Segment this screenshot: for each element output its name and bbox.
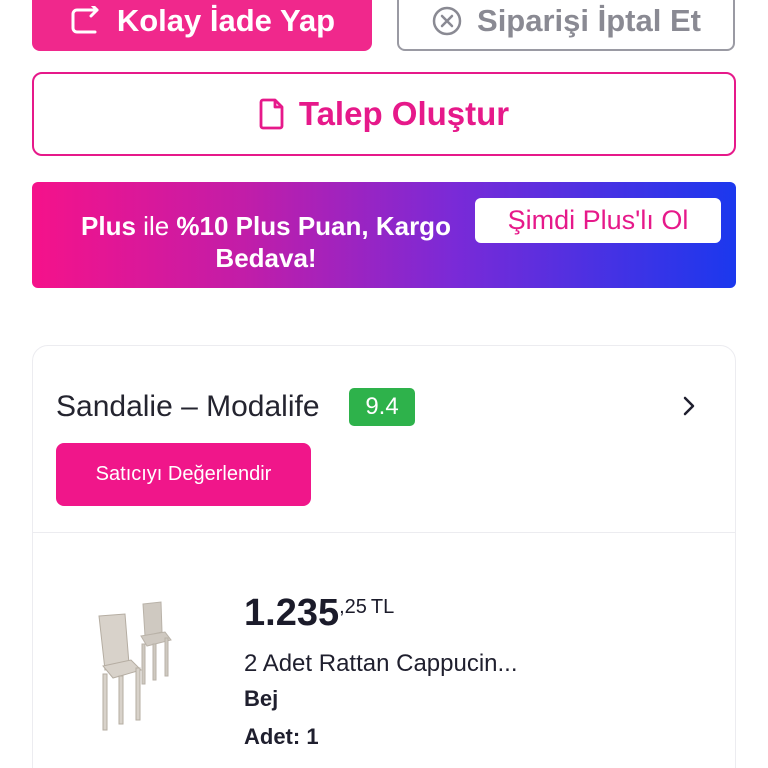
seller-score-badge: 9.4 xyxy=(349,388,415,426)
product-title[interactable]: 2 Adet Rattan Cappucin... xyxy=(244,650,518,678)
price-cents: ,25 xyxy=(339,596,367,618)
divider xyxy=(33,532,735,533)
close-circle-icon xyxy=(431,5,463,37)
easy-return-button[interactable]: Kolay İade Yap xyxy=(32,0,372,51)
plus-promo-bold-1: Plus xyxy=(81,211,136,241)
plus-promo-banner[interactable]: Plus ile %10 Plus Puan, Kargo Bedava! Şi… xyxy=(32,182,736,288)
chevron-right-icon[interactable] xyxy=(677,392,701,420)
price-currency: TL xyxy=(370,596,395,618)
cancel-order-label: Siparişi İptal Et xyxy=(477,2,701,38)
create-request-button[interactable]: Talep Oluştur xyxy=(32,72,736,156)
plus-promo-bold-2: %10 Plus Puan, Kargo Bedava! xyxy=(176,211,451,273)
cancel-order-button[interactable]: Siparişi İptal Et xyxy=(397,0,735,51)
document-icon xyxy=(259,98,285,130)
product-quantity: Adet: 1 xyxy=(244,724,319,749)
plus-promo-regular-1: ile xyxy=(135,211,177,241)
order-detail-page: Kolay İade Yap Siparişi İptal Et Talep O… xyxy=(0,0,768,768)
product-image[interactable] xyxy=(91,596,191,736)
product-color: Bej xyxy=(244,686,279,711)
easy-return-label: Kolay İade Yap xyxy=(116,2,336,38)
join-plus-button[interactable]: Şimdi Plus'lı Ol xyxy=(475,198,721,243)
seller-name[interactable]: Sandalie – Modalife xyxy=(56,390,320,424)
rate-seller-button[interactable]: Satıcıyı Değerlendir xyxy=(56,443,311,506)
return-arrow-icon xyxy=(69,5,103,36)
plus-promo-text: Plus ile %10 Plus Puan, Kargo Bedava! xyxy=(56,210,476,274)
create-request-label: Talep Oluştur xyxy=(298,95,510,132)
product-price: 1.235,25 TL xyxy=(244,592,394,635)
seller-card: Sandalie – Modalife 9.4 Satıcıyı Değerle… xyxy=(32,345,736,768)
price-main: 1.235 xyxy=(244,592,340,634)
